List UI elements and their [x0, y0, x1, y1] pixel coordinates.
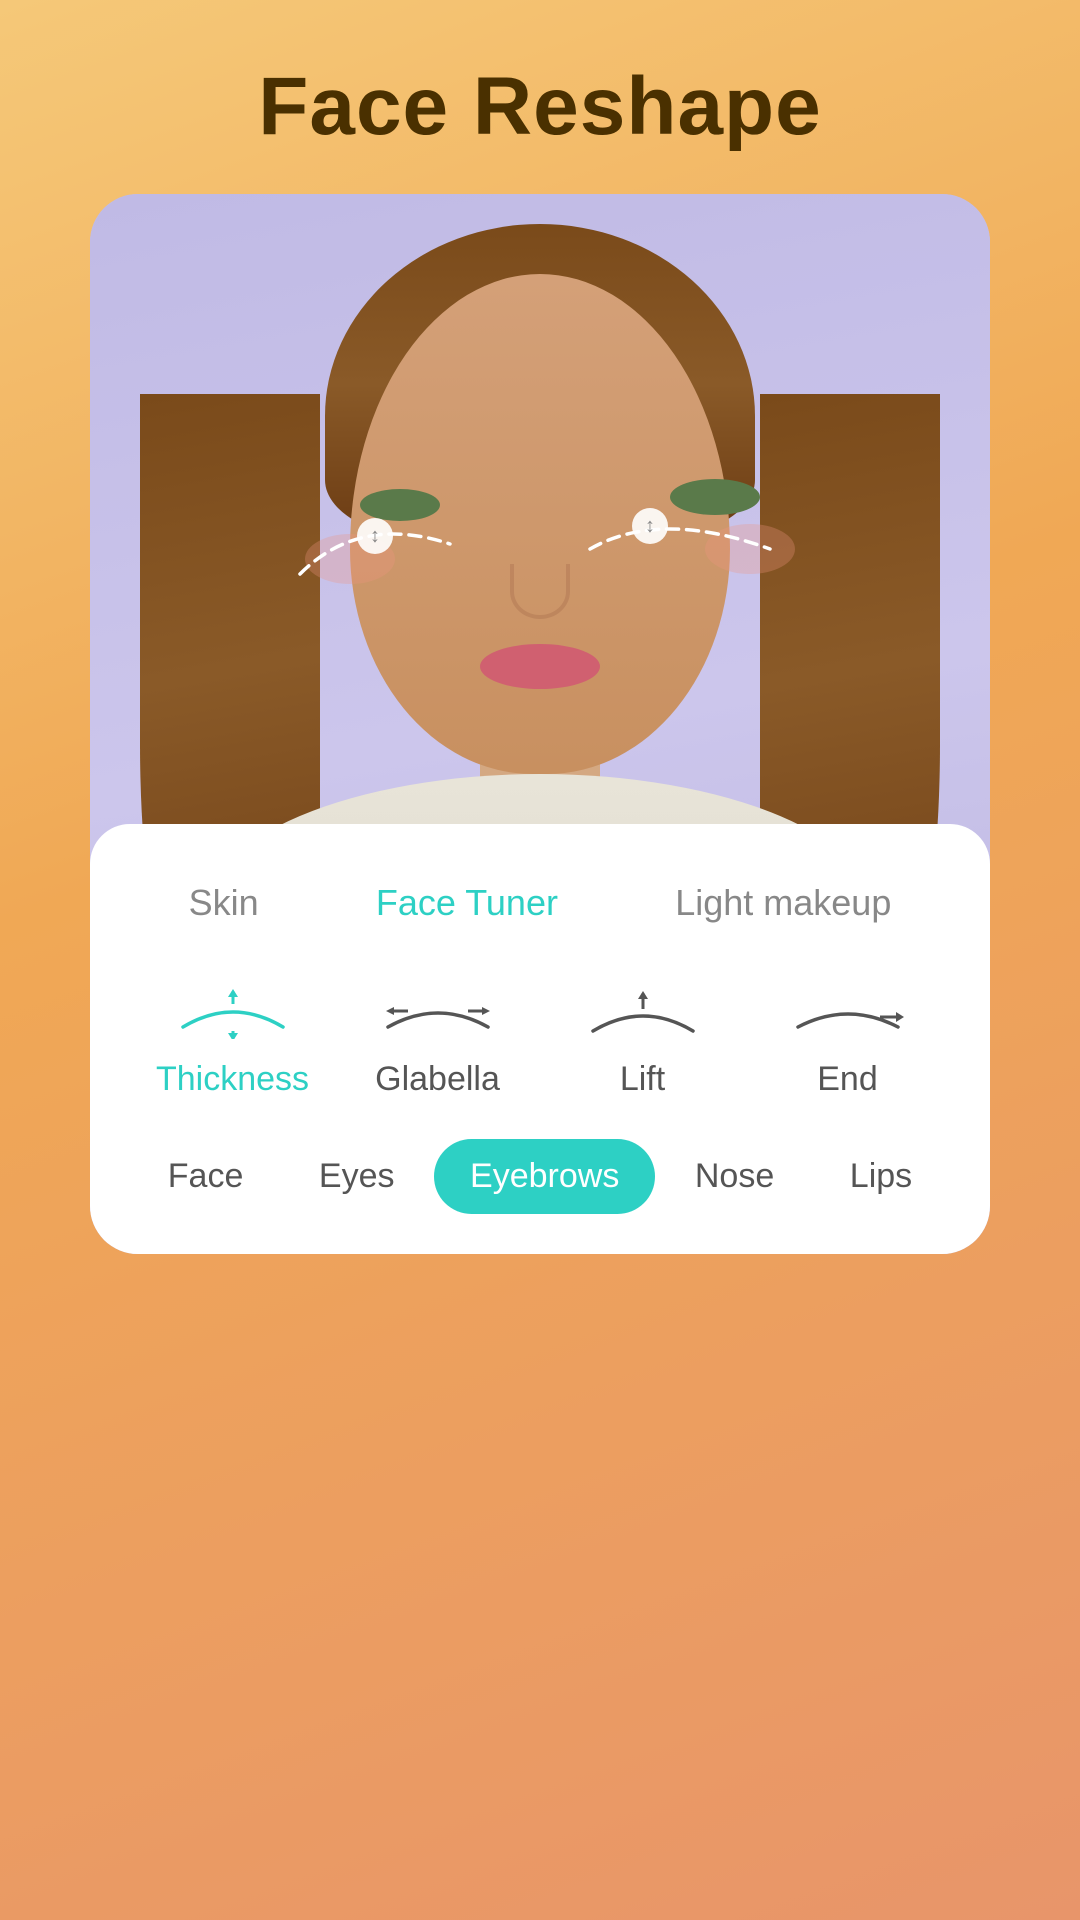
tool-glabella[interactable]: Glabella [358, 984, 518, 1099]
category-tabs: Skin Face Tuner Light makeup [130, 874, 950, 932]
pill-lips[interactable]: Lips [814, 1139, 948, 1214]
glabella-label: Glabella [375, 1060, 500, 1099]
thickness-label: Thickness [156, 1060, 309, 1099]
lift-label: Lift [620, 1060, 665, 1099]
bottom-panel: Skin Face Tuner Light makeup [90, 824, 990, 1254]
svg-text:↕: ↕ [370, 525, 380, 547]
lips [480, 644, 600, 689]
end-icon [788, 984, 908, 1044]
photo-card: ↕ ↕ Skin Face Tuner Light makeup [90, 194, 990, 1254]
pill-nose[interactable]: Nose [659, 1139, 810, 1214]
tool-end[interactable]: End [768, 984, 928, 1099]
glabella-icon [378, 984, 498, 1044]
lift-icon [583, 984, 703, 1044]
thickness-icon [173, 984, 293, 1044]
tool-lift[interactable]: Lift [563, 984, 723, 1099]
eyebrow-overlay: ↕ ↕ [280, 494, 800, 619]
tab-light-makeup[interactable]: Light makeup [655, 874, 911, 932]
tool-row: Thickness Glabella [130, 984, 950, 1099]
tab-face-tuner[interactable]: Face Tuner [356, 874, 578, 932]
svg-text:↕: ↕ [645, 515, 655, 537]
tab-skin[interactable]: Skin [169, 874, 279, 932]
end-label: End [817, 1060, 878, 1099]
pill-face[interactable]: Face [132, 1139, 280, 1214]
pill-eyebrows[interactable]: Eyebrows [434, 1139, 655, 1214]
pill-eyes[interactable]: Eyes [283, 1139, 431, 1214]
page-title: Face Reshape [258, 60, 822, 154]
tool-thickness[interactable]: Thickness [153, 984, 313, 1099]
feature-categories: Face Eyes Eyebrows Nose Lips [130, 1139, 950, 1214]
